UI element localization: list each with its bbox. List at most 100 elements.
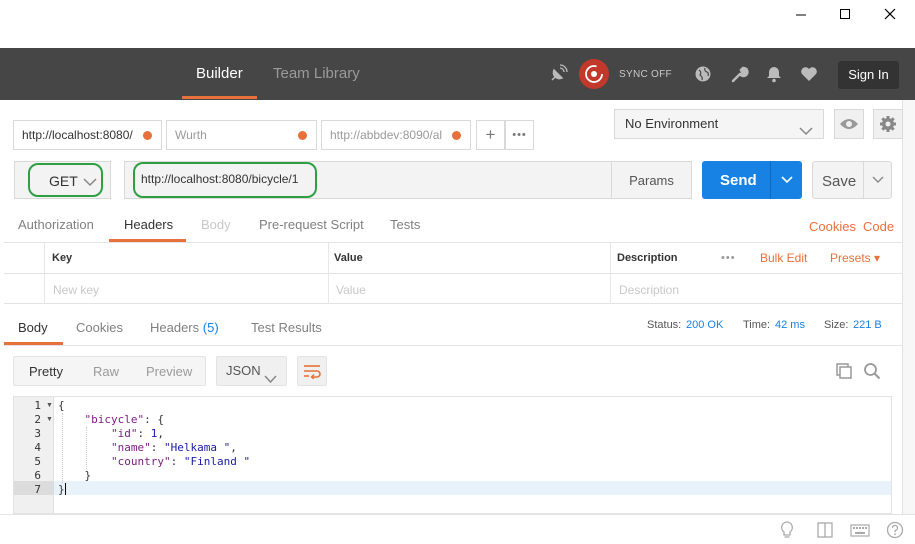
tab-builder[interactable]: Builder bbox=[182, 48, 257, 100]
code-line: "name": "Helkama ", bbox=[58, 441, 237, 454]
table-divider bbox=[4, 273, 902, 274]
url-highlight bbox=[133, 162, 317, 198]
search-icon[interactable] bbox=[862, 361, 882, 381]
unsaved-dot-icon bbox=[298, 131, 307, 140]
two-pane-icon[interactable] bbox=[815, 520, 835, 540]
code-line: { bbox=[58, 399, 65, 412]
send-button[interactable]: Send bbox=[702, 161, 802, 199]
tab-response-body[interactable]: Body bbox=[18, 320, 48, 335]
json-key: "id" bbox=[110, 427, 138, 440]
sync-icon[interactable] bbox=[579, 59, 609, 89]
save-button[interactable]: Save bbox=[812, 161, 892, 199]
headers-count-badge: (5) bbox=[202, 320, 219, 335]
chevron-down-icon bbox=[799, 118, 813, 146]
globe-icon[interactable] bbox=[693, 64, 713, 84]
sign-in-button[interactable]: Sign In bbox=[838, 61, 899, 89]
time-label: Time: bbox=[743, 319, 771, 331]
scrollbar[interactable] bbox=[902, 100, 915, 514]
line-number: 7 bbox=[34, 483, 41, 496]
send-options-chevron-icon[interactable] bbox=[770, 161, 802, 199]
send-label: Send bbox=[720, 172, 757, 189]
line-number: 1 bbox=[34, 399, 41, 412]
code-token: , bbox=[230, 441, 237, 454]
eye-icon[interactable] bbox=[834, 109, 864, 139]
column-divider bbox=[610, 243, 611, 304]
table-more-button[interactable]: ••• bbox=[721, 252, 736, 264]
code-token: } bbox=[84, 469, 92, 482]
fold-arrow-icon[interactable]: ▼ bbox=[46, 416, 53, 423]
key-input[interactable]: New key bbox=[53, 283, 99, 297]
help-icon[interactable] bbox=[885, 520, 905, 540]
more-tabs-button[interactable]: ••• bbox=[505, 120, 534, 150]
code-line: "country": "Finland " bbox=[58, 455, 250, 468]
code-link[interactable]: Code bbox=[863, 219, 894, 234]
satellite-icon[interactable] bbox=[548, 64, 568, 84]
value-input[interactable]: Value bbox=[336, 283, 366, 297]
tab-body: Body bbox=[201, 217, 231, 232]
code-token: : bbox=[170, 455, 184, 468]
request-tab[interactable]: http://localhost:8080/ bbox=[13, 120, 162, 150]
chevron-down-icon bbox=[264, 366, 277, 394]
tab-headers[interactable]: Headers bbox=[124, 217, 173, 232]
size-value: 221 B bbox=[853, 319, 882, 331]
code-line: "id": 1, bbox=[58, 427, 164, 440]
json-value: "Finland " bbox=[183, 455, 251, 468]
wrench-icon[interactable] bbox=[730, 64, 750, 84]
tab-authorization[interactable]: Authorization bbox=[18, 217, 94, 232]
keyboard-icon[interactable] bbox=[850, 520, 870, 540]
size-label: Size: bbox=[824, 319, 849, 331]
fold-arrow-icon[interactable]: ▼ bbox=[46, 402, 53, 409]
format-label: JSON bbox=[226, 363, 261, 378]
json-value: "Helkama " bbox=[163, 441, 231, 454]
unsaved-dot-icon bbox=[452, 131, 461, 140]
active-line-highlight bbox=[14, 481, 891, 495]
tab-pre-request-script[interactable]: Pre-request Script bbox=[259, 217, 364, 232]
line-number: 3 bbox=[34, 427, 41, 440]
request-tab[interactable]: Wurth bbox=[166, 120, 317, 150]
environment-select[interactable]: No Environment bbox=[614, 109, 824, 139]
code-line: } bbox=[58, 469, 92, 482]
heart-icon[interactable] bbox=[799, 64, 819, 84]
bulk-edit-link[interactable]: Bulk Edit bbox=[760, 251, 807, 265]
save-label: Save bbox=[822, 173, 857, 190]
window-titlebar bbox=[0, 0, 915, 48]
request-tab-label: Wurth bbox=[175, 128, 207, 142]
code-token: , bbox=[157, 427, 164, 440]
minimize-icon[interactable] bbox=[783, 4, 819, 24]
column-header-key: Key bbox=[52, 252, 73, 264]
view-preview-button[interactable]: Preview bbox=[146, 364, 192, 379]
close-icon[interactable] bbox=[872, 4, 908, 24]
tab-test-results[interactable]: Test Results bbox=[251, 320, 322, 335]
column-header-description: Description bbox=[617, 252, 678, 264]
app-header: Builder Team Library bbox=[0, 48, 915, 100]
gear-icon[interactable] bbox=[873, 109, 903, 139]
status-value: 200 OK bbox=[686, 319, 724, 331]
response-body-editor[interactable]: 1 2 3 4 5 6 7 ▼ ▼ { "bicycle": { "id": 1… bbox=[13, 396, 892, 514]
code-line: "bicycle": { bbox=[58, 413, 164, 426]
presets-link[interactable]: Presets ▾ bbox=[830, 251, 880, 265]
environment-label: No Environment bbox=[625, 116, 719, 131]
tab-tests[interactable]: Tests bbox=[390, 217, 420, 232]
tab-response-headers-label: Headers bbox=[150, 320, 200, 335]
maximize-icon[interactable] bbox=[827, 4, 863, 24]
params-button[interactable]: Params bbox=[611, 161, 692, 199]
new-tab-button[interactable]: + bbox=[476, 120, 505, 150]
method-highlight bbox=[28, 163, 103, 197]
bulb-icon[interactable] bbox=[777, 520, 797, 540]
line-number: 2 bbox=[34, 413, 41, 426]
bell-icon[interactable] bbox=[764, 64, 784, 84]
tab-response-cookies[interactable]: Cookies bbox=[76, 320, 123, 335]
format-select[interactable]: JSON bbox=[216, 356, 287, 386]
copy-icon[interactable] bbox=[834, 361, 854, 381]
code-token: { bbox=[58, 399, 65, 412]
code-token: : { bbox=[144, 413, 164, 426]
tab-response-headers[interactable]: Headers (5) bbox=[150, 320, 219, 335]
view-raw-button[interactable]: Raw bbox=[93, 364, 119, 379]
tab-team-library[interactable]: Team Library bbox=[273, 48, 360, 100]
request-tab[interactable]: http://abbdev:8090/al bbox=[321, 120, 471, 150]
wrap-lines-icon[interactable] bbox=[297, 356, 327, 386]
cookies-link[interactable]: Cookies bbox=[809, 219, 856, 234]
view-pretty-button[interactable]: Pretty bbox=[29, 364, 63, 379]
save-options-chevron-icon[interactable] bbox=[863, 162, 892, 198]
description-input[interactable]: Description bbox=[619, 283, 679, 297]
